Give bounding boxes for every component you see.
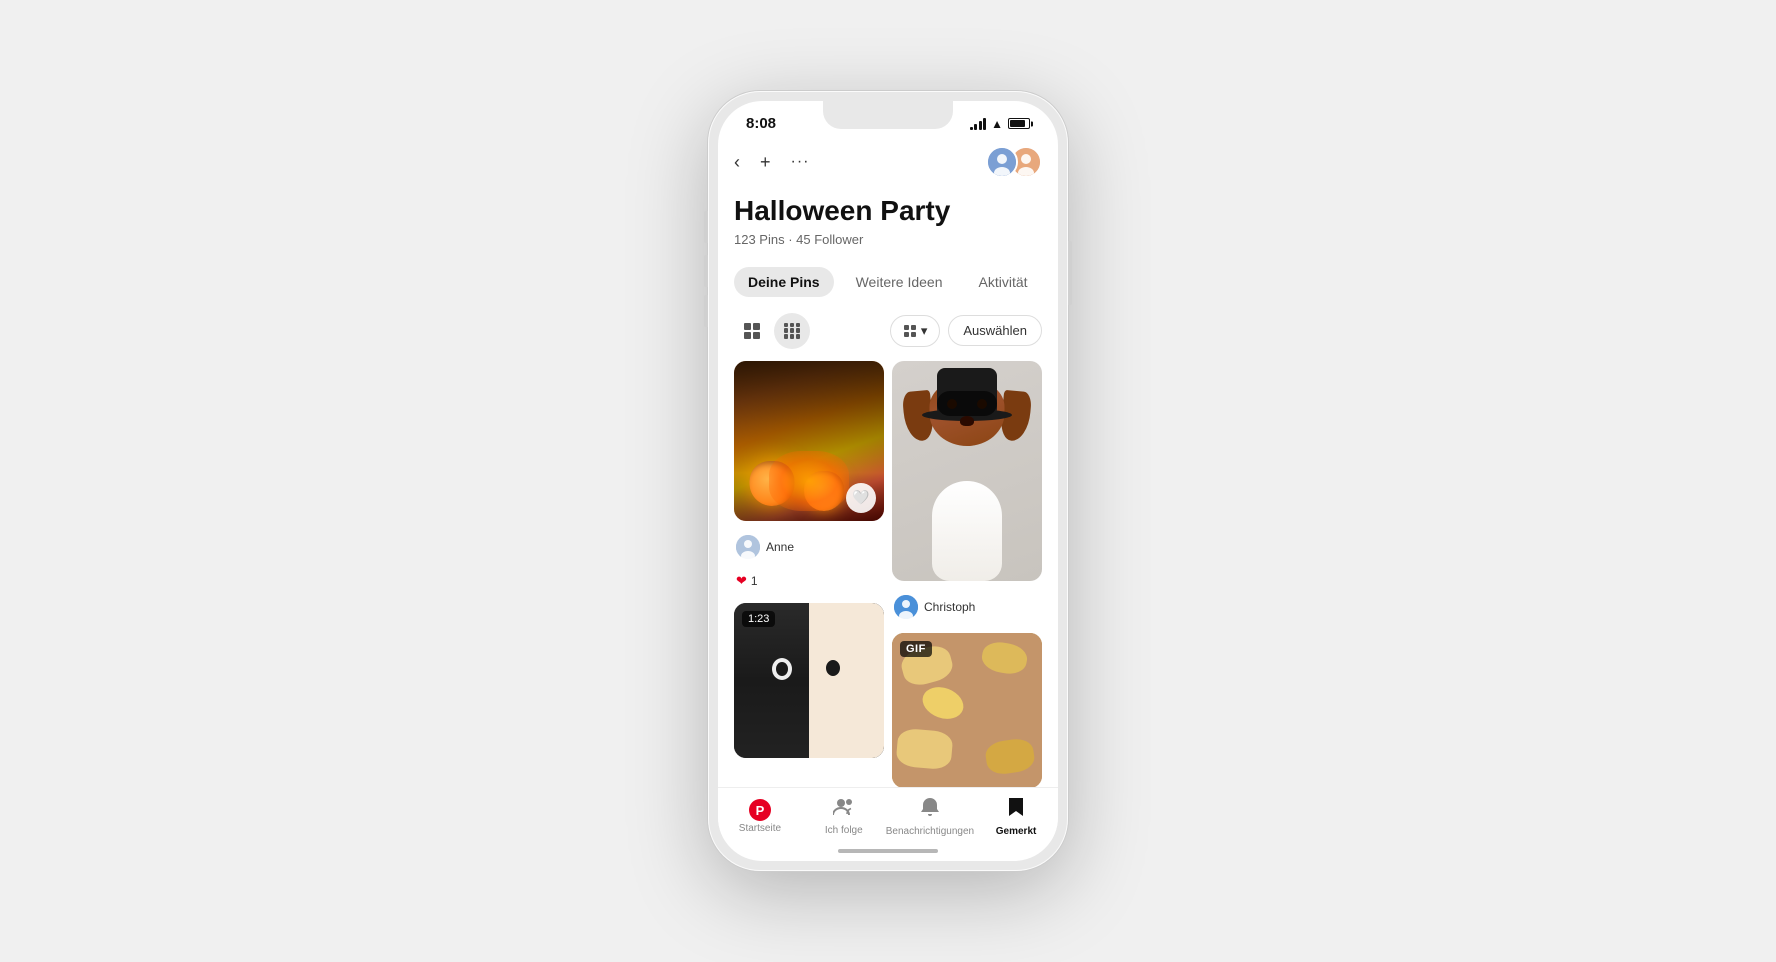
view-toggle bbox=[734, 313, 810, 349]
select-button[interactable]: Auswählen bbox=[948, 315, 1042, 346]
status-time: 8:08 bbox=[746, 115, 776, 132]
home-bar bbox=[838, 849, 938, 853]
pin-column-left: 🤍 Anne ❤ bbox=[734, 361, 884, 787]
battery-icon bbox=[1008, 118, 1030, 129]
pumpkin-glow bbox=[769, 451, 849, 511]
horror-eye-left bbox=[772, 658, 792, 680]
pin-grid: 🤍 Anne ❤ bbox=[718, 361, 1058, 787]
pin-1-avatar bbox=[736, 535, 760, 559]
pin-1-like-count: 1 bbox=[751, 574, 758, 588]
video-duration-badge: 1:23 bbox=[742, 611, 775, 627]
pin-heart-button[interactable]: 🤍 bbox=[846, 483, 876, 513]
grid-3col-icon bbox=[784, 323, 800, 339]
pin-1-user-info: Anne bbox=[734, 529, 884, 565]
pin-horror-image: 1:23 bbox=[734, 603, 884, 758]
pin-dog-image bbox=[892, 361, 1042, 581]
nav-bar: ‹ + ··· bbox=[718, 138, 1058, 186]
phone-frame: 8:08 ▲ ‹ + ··· bbox=[708, 91, 1068, 871]
dog-body bbox=[932, 481, 1002, 581]
tab-ich-folge[interactable]: Ich folge bbox=[802, 797, 886, 836]
horror-eye-right bbox=[824, 658, 842, 678]
phone-screen: 8:08 ▲ ‹ + ··· bbox=[718, 101, 1058, 861]
tab-aktivitaet[interactable]: Aktivität bbox=[965, 267, 1042, 297]
pin-pumpkins-card[interactable]: 🤍 bbox=[734, 361, 884, 521]
sort-icon bbox=[903, 324, 917, 338]
dog-eye-right bbox=[977, 399, 987, 409]
people-icon bbox=[833, 797, 855, 823]
bell-icon bbox=[920, 796, 940, 824]
dog-eye-left bbox=[947, 399, 957, 409]
add-button[interactable]: + bbox=[760, 152, 771, 173]
wifi-icon: ▲ bbox=[991, 117, 1003, 131]
grid-3col-button[interactable] bbox=[774, 313, 810, 349]
toolbar: ▾ Auswählen bbox=[718, 309, 1058, 361]
signal-icon bbox=[970, 118, 987, 130]
pin-cookies-image: GIF bbox=[892, 633, 1042, 787]
grid-2col-button[interactable] bbox=[734, 313, 770, 349]
pin-1-username: Anne bbox=[766, 540, 794, 554]
toolbar-right: ▾ Auswählen bbox=[890, 315, 1042, 347]
tab-benachrichtigungen-label: Benachrichtigungen bbox=[886, 826, 974, 837]
tab-gemerkt-label: Gemerkt bbox=[996, 826, 1037, 837]
cookie-3 bbox=[895, 727, 953, 770]
pin-1-likes: ❤ 1 bbox=[734, 573, 884, 595]
bottom-tab-bar: P Startseite Ich folge bbox=[718, 787, 1058, 841]
heart-icon: ❤ bbox=[736, 573, 747, 589]
avatar-1[interactable] bbox=[986, 146, 1018, 178]
nav-left: ‹ + ··· bbox=[734, 152, 810, 173]
back-button[interactable]: ‹ bbox=[734, 152, 740, 173]
pin-horror-card[interactable]: 1:23 bbox=[734, 603, 884, 758]
pin-column-right: Christoph GIF bbox=[892, 361, 1042, 787]
tab-startseite-label: Startseite bbox=[739, 823, 781, 834]
pin-2-user-info: Christoph bbox=[892, 589, 1042, 625]
tab-ich-folge-label: Ich folge bbox=[825, 825, 863, 836]
home-indicator bbox=[718, 841, 1058, 861]
pin-pumpkins-image: 🤍 bbox=[734, 361, 884, 521]
app-content[interactable]: ‹ + ··· bbox=[718, 138, 1058, 787]
board-title: Halloween Party bbox=[734, 194, 1042, 228]
notch bbox=[823, 101, 953, 129]
pinterest-icon: P bbox=[749, 799, 771, 821]
board-meta: 123 Pins · 45 Follower bbox=[734, 232, 1042, 247]
dog-eyes bbox=[947, 399, 987, 409]
gif-badge: GIF bbox=[900, 641, 932, 657]
horror-cheek bbox=[809, 603, 884, 758]
tab-bar: Deine Pins Weitere Ideen Aktivität bbox=[718, 259, 1058, 309]
pin-2-username: Christoph bbox=[924, 600, 975, 614]
pin-2-avatar bbox=[894, 595, 918, 619]
tab-deine-pins[interactable]: Deine Pins bbox=[734, 267, 834, 297]
bookmark-icon bbox=[1007, 796, 1025, 824]
tab-benachrichtigungen[interactable]: Benachrichtigungen bbox=[886, 796, 974, 837]
tab-gemerkt[interactable]: Gemerkt bbox=[974, 796, 1058, 837]
grid-2col-icon bbox=[744, 323, 760, 339]
more-button[interactable]: ··· bbox=[791, 153, 810, 171]
status-icons: ▲ bbox=[970, 117, 1030, 131]
dog-nose bbox=[960, 416, 974, 426]
sort-label: ▾ bbox=[921, 323, 928, 339]
collaborator-avatars bbox=[986, 146, 1042, 178]
sort-button[interactable]: ▾ bbox=[890, 315, 941, 347]
tab-weitere-ideen[interactable]: Weitere Ideen bbox=[842, 267, 957, 297]
battery-fill bbox=[1010, 120, 1025, 127]
title-section: Halloween Party 123 Pins · 45 Follower bbox=[718, 186, 1058, 259]
tab-startseite[interactable]: P Startseite bbox=[718, 799, 802, 834]
pin-dog-card[interactable] bbox=[892, 361, 1042, 581]
pin-cookies-card[interactable]: GIF bbox=[892, 633, 1042, 787]
